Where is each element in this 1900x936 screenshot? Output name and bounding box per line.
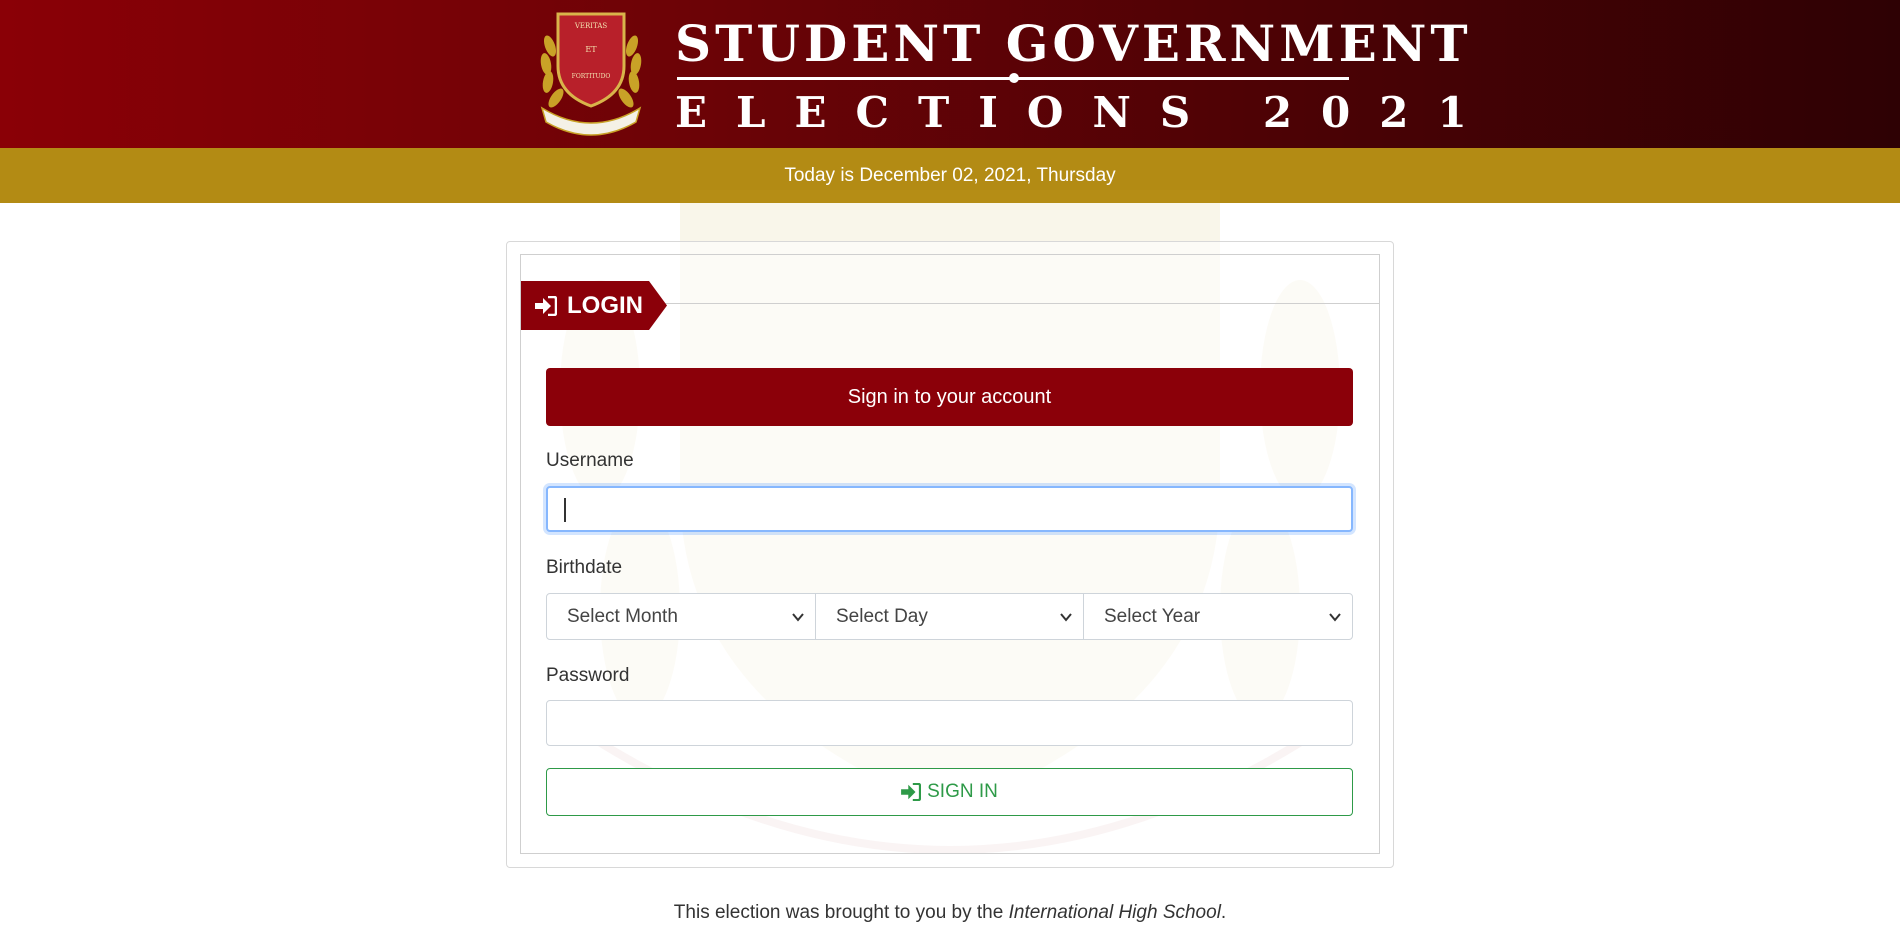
login-panel xyxy=(520,254,1380,854)
day-select[interactable]: Select Day xyxy=(815,593,1084,640)
sign-in-icon xyxy=(535,295,557,316)
birthdate-label: Birthdate xyxy=(546,557,623,578)
sign-in-button[interactable]: SIGN IN xyxy=(546,768,1353,816)
date-bar: Today is December 02, 2021, Thursday xyxy=(0,148,1900,203)
sign-in-banner-text: Sign in to your account xyxy=(847,385,1052,408)
site-title-line1: STUDENT GOVERNMENT xyxy=(675,14,1472,73)
today-date-text: Today is December 02, 2021, Thursday xyxy=(784,164,1116,186)
crest-text-fortitudo: FORTITUDO xyxy=(572,73,611,80)
footer-school-name: International High School xyxy=(1008,902,1221,923)
crest-text-et: ET xyxy=(585,45,597,54)
footer-credit: This election was brought to you by the … xyxy=(0,902,1900,924)
year-select-value: Select Year xyxy=(1104,605,1201,627)
chevron-down-icon xyxy=(1060,613,1072,622)
sign-in-button-label: SIGN IN xyxy=(927,781,998,802)
sign-in-icon xyxy=(901,783,922,801)
username-label: Username xyxy=(546,450,634,471)
chevron-down-icon xyxy=(792,613,804,622)
password-label: Password xyxy=(546,665,630,686)
password-input[interactable] xyxy=(546,700,1353,746)
chevron-down-icon xyxy=(1329,613,1341,622)
title-divider-dot xyxy=(1009,73,1019,83)
site-header: VERITAS ET FORTITUDO STUDENT GOVERNMENT … xyxy=(0,0,1900,148)
login-ribbon: LOGIN xyxy=(521,281,667,330)
sign-in-banner: Sign in to your account xyxy=(546,368,1353,426)
month-select[interactable]: Select Month xyxy=(546,593,816,640)
site-title-line2: ELECTIONS 2021 xyxy=(675,88,1496,137)
day-select-value: Select Day xyxy=(836,605,928,627)
crest-logo: VERITAS ET FORTITUDO xyxy=(540,12,642,136)
month-select-value: Select Month xyxy=(567,605,678,627)
footer-suffix: . xyxy=(1220,902,1227,923)
text-cursor xyxy=(564,498,566,522)
username-input[interactable] xyxy=(546,486,1353,532)
login-heading: LOGIN xyxy=(567,291,643,319)
crest-text-veritas: VERITAS xyxy=(574,22,608,30)
year-select[interactable]: Select Year xyxy=(1083,593,1353,640)
footer-prefix: This election was brought to you by the xyxy=(673,902,1009,923)
